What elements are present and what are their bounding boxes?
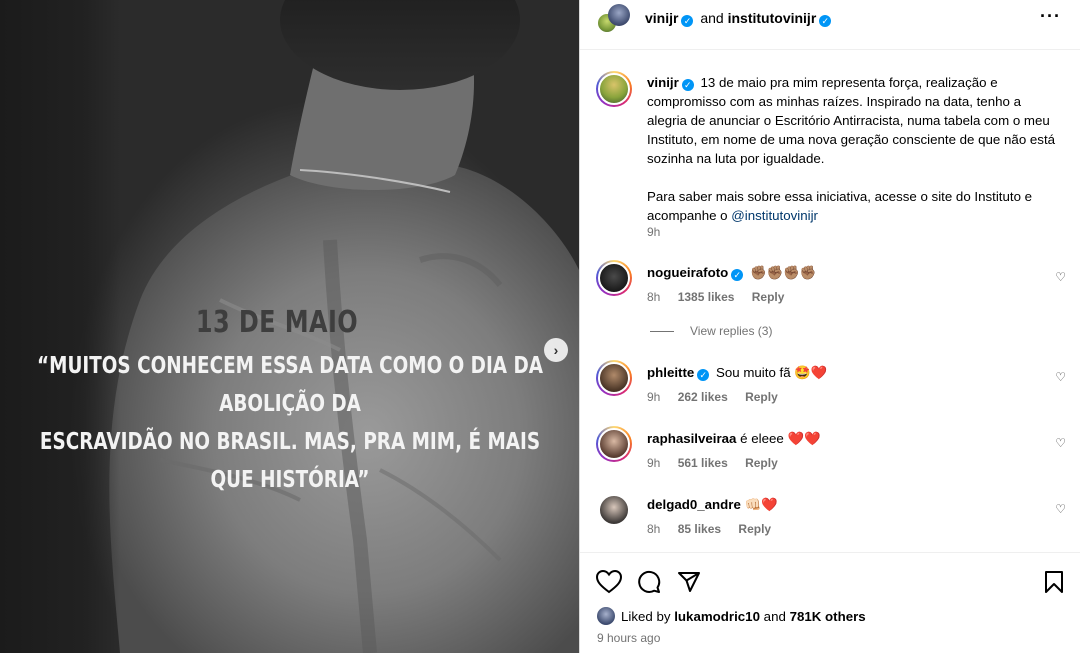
reply-button[interactable]: Reply [745, 456, 778, 470]
comment-meta: 8h 1385 likes Reply [647, 290, 798, 304]
bookmark-icon[interactable] [1043, 570, 1065, 594]
verified-badge-icon: ✓ [681, 79, 694, 91]
comment-body: delgad0_andre 👊🏻❤️ [647, 497, 778, 513]
heart-icon[interactable]: ♡ [1055, 436, 1066, 450]
comment-text: ✊🏽✊🏽✊🏽✊🏽 [749, 265, 817, 280]
post-caption: vinijr ✓ 13 de maio pra mim representa fo… [647, 73, 1057, 225]
comment-meta: 9h 561 likes Reply [647, 456, 792, 470]
reply-button[interactable]: Reply [738, 522, 771, 536]
avatar[interactable] [596, 492, 632, 528]
comment-likes[interactable]: 561 likes [678, 456, 728, 470]
overlay-date: 13 DE MAIO [195, 305, 359, 340]
caption-username[interactable]: vinijr [647, 75, 679, 90]
avatar[interactable] [596, 426, 632, 462]
verified-badge-icon: ✓ [681, 15, 694, 27]
comment-meta: 8h 85 likes Reply [647, 522, 785, 536]
next-slide-button[interactable]: › [544, 338, 568, 362]
comment-likes[interactable]: 1385 likes [678, 290, 735, 304]
comment: phleitte ✓ Sou muito fã 🤩❤️ 9h 262 likes … [580, 360, 1080, 420]
heart-icon[interactable]: ♡ [1055, 502, 1066, 516]
comment-text: é eleee ❤️❤️ [740, 431, 821, 446]
heart-icon[interactable]: ♡ [1055, 370, 1066, 384]
comment-time: 9h [647, 456, 661, 470]
comment-username[interactable]: delgad0_andre [647, 497, 741, 512]
post-image[interactable]: 13 DE MAIO “MUITOS CONHECEM ESSA DATA CO… [0, 0, 579, 653]
reply-button[interactable]: Reply [752, 290, 785, 304]
comment-time: 8h [647, 290, 661, 304]
chevron-right-icon: › [553, 342, 559, 358]
caption-text: 13 de maio pra mim representa força, rea… [647, 75, 1056, 166]
verified-badge-icon: ✓ [731, 269, 744, 281]
author-avatars[interactable] [596, 4, 630, 38]
comment-time: 9h [647, 390, 661, 404]
more-options-button[interactable]: ··· [1040, 6, 1061, 27]
post-actions [580, 552, 1080, 612]
comment-likes[interactable]: 85 likes [678, 522, 721, 536]
comment: raphasilveiraa é eleee ❤️❤️ 9h 561 likes… [580, 426, 1080, 486]
reply-button[interactable]: Reply [745, 390, 778, 404]
avatar [597, 607, 615, 625]
view-replies-label: View replies (3) [690, 324, 773, 338]
comment-body: phleitte ✓ Sou muito fã 🤩❤️ [647, 365, 827, 381]
comment-time: 8h [647, 522, 661, 536]
more-horizontal-icon: ··· [1040, 6, 1061, 26]
comment: delgad0_andre 👊🏻❤️ 8h 85 likes Reply ♡ [580, 492, 1080, 552]
author-username[interactable]: vinijr [645, 10, 678, 26]
verified-badge-icon: ✓ [697, 369, 710, 381]
post-authors: vinijr ✓ and institutovinijr ✓ [645, 10, 834, 27]
verified-badge-icon: ✓ [819, 15, 832, 27]
comment-body: nogueirafoto ✓ ✊🏽✊🏽✊🏽✊🏽 [647, 265, 816, 281]
coauthor-username[interactable]: institutovinijr [728, 10, 817, 26]
comment-meta: 9h 262 likes Reply [647, 390, 792, 404]
and-label: and [700, 10, 724, 26]
comment: nogueirafoto ✓ ✊🏽✊🏽✊🏽✊🏽 8h 1385 likes Rep… [580, 260, 1080, 320]
post-header: vinijr ✓ and institutovinijr ✓ ··· [580, 0, 1080, 50]
comment-username[interactable]: nogueirafoto [647, 265, 728, 280]
liked-by-prefix: Liked by [621, 609, 671, 624]
liked-and: and [763, 609, 786, 624]
caption-time: 9h [647, 225, 661, 239]
likes-summary: Liked by lukamodric10 and 781K others [597, 607, 866, 625]
avatar[interactable] [596, 260, 632, 296]
mention-link[interactable]: @institutovinijr [731, 208, 818, 223]
overlay-quote: “MUITOS CONHECEM ESSA DATA COMO O DIA DA… [26, 347, 554, 499]
caption-text: Para saber mais sobre essa iniciativa, a… [647, 189, 1033, 223]
liked-by-user[interactable]: lukamodric10 [674, 609, 760, 624]
avatar[interactable] [596, 360, 632, 396]
divider [650, 331, 674, 333]
comment-username[interactable]: raphasilveiraa [647, 431, 736, 446]
share-icon[interactable] [677, 570, 701, 594]
comment-text: 👊🏻❤️ [744, 497, 778, 512]
post-sidebar: vinijr ✓ and institutovinijr ✓ ··· vinijr ✓… [579, 0, 1080, 653]
avatar [608, 4, 630, 26]
overlay-quote-line: “MUITOS CONHECEM ESSA DATA COMO O DIA DA… [37, 353, 543, 417]
like-heart-icon[interactable] [596, 570, 622, 594]
post-timestamp: 9 hours ago [597, 631, 661, 645]
caption-avatar[interactable] [596, 71, 632, 107]
liked-others[interactable]: 781K others [790, 609, 866, 624]
heart-icon[interactable]: ♡ [1055, 270, 1066, 284]
comment-text: Sou muito fã 🤩❤️ [715, 365, 828, 380]
comment-icon[interactable] [637, 570, 661, 594]
comment-username[interactable]: phleitte [647, 365, 694, 380]
comment-body: raphasilveiraa é eleee ❤️❤️ [647, 431, 821, 447]
overlay-quote-line: ESCRAVIDÃO NO BRASIL. MAS, PRA MIM, É MA… [39, 429, 541, 493]
comment-likes[interactable]: 262 likes [678, 390, 728, 404]
view-replies-button[interactable]: View replies (3) [650, 324, 772, 338]
